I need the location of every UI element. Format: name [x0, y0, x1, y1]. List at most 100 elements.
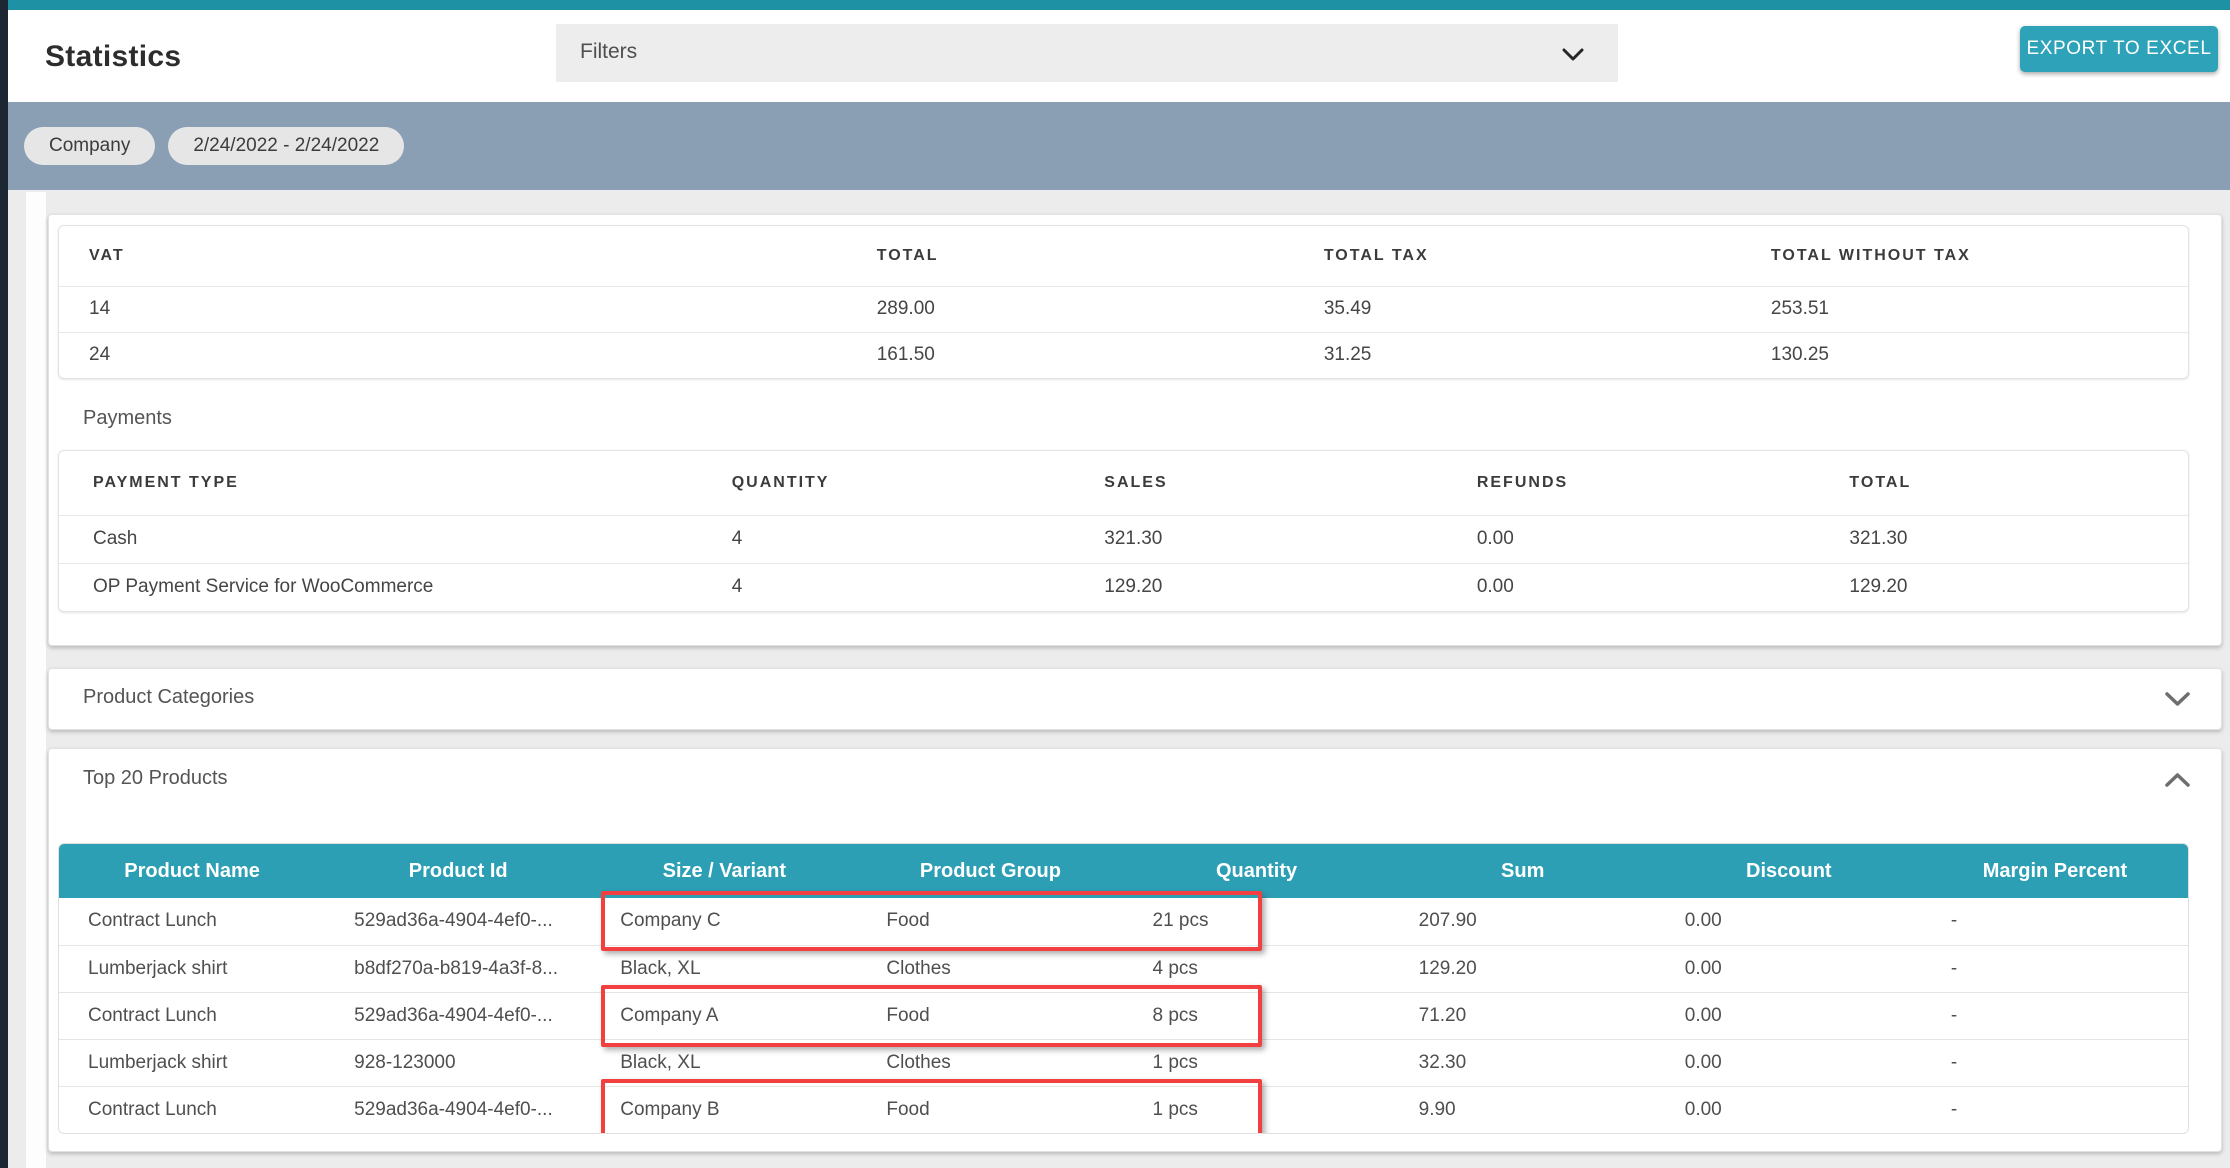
vat-cell: 24 — [59, 332, 847, 378]
cell: 0.00 — [1656, 898, 1922, 945]
cell: 1 pcs — [1124, 1039, 1390, 1086]
cell: Company B — [591, 1086, 857, 1133]
top-products-col-header: Quantity — [1124, 844, 1390, 898]
vat-cell: 161.50 — [847, 332, 1294, 378]
payments-cell: 321.30 — [1070, 515, 1443, 563]
cell: 8 pcs — [1124, 992, 1390, 1039]
top-products-col-header: Product Name — [59, 844, 325, 898]
payments-cell: Cash — [59, 515, 698, 563]
filters-dropdown-label: Filters — [580, 40, 637, 64]
table-row: Lumberjack shirt 928-123000 Black, XL Cl… — [59, 1039, 2188, 1086]
product-categories-label: Product Categories — [83, 686, 254, 709]
table-row: OP Payment Service for WooCommerce 4 129… — [59, 563, 2188, 611]
vat-col-header: VAT — [59, 226, 847, 286]
cell: 4 pcs — [1124, 945, 1390, 992]
cell: Company A — [591, 992, 857, 1039]
table-row: 14 289.00 35.49 253.51 — [59, 286, 2188, 332]
top-products-header-row: Product Name Product Id Size / Variant P… — [59, 844, 2188, 898]
table-row: Contract Lunch 529ad36a-4904-4ef0-... Co… — [59, 898, 2188, 945]
table-row: Contract Lunch 529ad36a-4904-4ef0-... Co… — [59, 1086, 2188, 1133]
vat-cell: 289.00 — [847, 286, 1294, 332]
top-products-col-header: Size / Variant — [591, 844, 857, 898]
payments-cell: 4 — [698, 563, 1071, 611]
cell: 0.00 — [1656, 1039, 1922, 1086]
page-title: Statistics — [45, 40, 181, 74]
cell: 1 pcs — [1124, 1086, 1390, 1133]
cell: 529ad36a-4904-4ef0-... — [325, 1086, 591, 1133]
cell: 129.20 — [1390, 945, 1656, 992]
cell: Food — [857, 898, 1123, 945]
payments-table-box: PAYMENT TYPE QUANTITY SALES REFUNDS TOTA… — [58, 450, 2189, 612]
chevron-down-icon — [1562, 48, 1584, 66]
table-row: Contract Lunch 529ad36a-4904-4ef0-... Co… — [59, 992, 2188, 1039]
top-products-table: Product Name Product Id Size / Variant P… — [59, 844, 2188, 1133]
vat-cell: 31.25 — [1294, 332, 1741, 378]
top-20-products-label: Top 20 Products — [83, 767, 228, 790]
chevron-up-icon[interactable] — [2164, 771, 2191, 793]
payments-cell: 4 — [698, 515, 1071, 563]
vat-cell: 130.25 — [1741, 332, 2188, 378]
export-to-excel-button[interactable]: EXPORT TO EXCEL — [2020, 26, 2218, 72]
cell: Clothes — [857, 945, 1123, 992]
filter-chip-company[interactable]: Company — [24, 127, 155, 165]
filters-dropdown[interactable]: Filters — [556, 24, 1618, 82]
payments-cell: 0.00 — [1443, 515, 1816, 563]
payments-cell: 129.20 — [1815, 563, 2188, 611]
cell: - — [1922, 992, 2188, 1039]
cell: 71.20 — [1390, 992, 1656, 1039]
top-products-col-header: Sum — [1390, 844, 1656, 898]
cell: 928-123000 — [325, 1039, 591, 1086]
payments-cell: OP Payment Service for WooCommerce — [59, 563, 698, 611]
table-row: Lumberjack shirt b8df270a-b819-4a3f-8...… — [59, 945, 2188, 992]
cell: Lumberjack shirt — [59, 945, 325, 992]
top-products-col-header: Product Id — [325, 844, 591, 898]
payments-col-header: QUANTITY — [698, 451, 1071, 515]
payments-header-row: PAYMENT TYPE QUANTITY SALES REFUNDS TOTA… — [59, 451, 2188, 515]
cell: - — [1922, 1086, 2188, 1133]
vat-cell: 14 — [59, 286, 847, 332]
top-accent-bar — [8, 0, 2230, 10]
vat-col-header: TOTAL TAX — [1294, 226, 1741, 286]
filter-chip-date-range[interactable]: 2/24/2022 - 2/24/2022 — [168, 127, 404, 165]
payments-table: PAYMENT TYPE QUANTITY SALES REFUNDS TOTA… — [59, 451, 2188, 611]
scrollbar-track[interactable] — [26, 192, 46, 1168]
top-20-products-accordion[interactable]: Top 20 Products Product Name Product Id … — [48, 748, 2222, 1152]
cell: 9.90 — [1390, 1086, 1656, 1133]
cell: 529ad36a-4904-4ef0-... — [325, 992, 591, 1039]
payments-col-header: TOTAL — [1815, 451, 2188, 515]
top-products-col-header: Product Group — [857, 844, 1123, 898]
cell: - — [1922, 945, 2188, 992]
cell: Contract Lunch — [59, 898, 325, 945]
cell: Clothes — [857, 1039, 1123, 1086]
main-content: VAT TOTAL TOTAL TAX TOTAL WITHOUT TAX 14… — [8, 190, 2230, 1168]
vat-cell: 253.51 — [1741, 286, 2188, 332]
cell: 207.90 — [1390, 898, 1656, 945]
vat-cell: 35.49 — [1294, 286, 1741, 332]
cell: Food — [857, 992, 1123, 1039]
cell: 0.00 — [1656, 1086, 1922, 1133]
vat-table: VAT TOTAL TOTAL TAX TOTAL WITHOUT TAX 14… — [59, 226, 2188, 378]
payments-cell: 321.30 — [1815, 515, 2188, 563]
vat-table-box: VAT TOTAL TOTAL TAX TOTAL WITHOUT TAX 14… — [58, 225, 2189, 379]
payments-col-header: REFUNDS — [1443, 451, 1816, 515]
payments-col-header: SALES — [1070, 451, 1443, 515]
table-row: 24 161.50 31.25 130.25 — [59, 332, 2188, 378]
vat-payments-card: VAT TOTAL TOTAL TAX TOTAL WITHOUT TAX 14… — [48, 214, 2222, 646]
cell: Black, XL — [591, 945, 857, 992]
cell: Contract Lunch — [59, 992, 325, 1039]
cell: 32.30 — [1390, 1039, 1656, 1086]
payments-section-label: Payments — [83, 407, 2221, 430]
cell: 0.00 — [1656, 992, 1922, 1039]
table-row: Cash 4 321.30 0.00 321.30 — [59, 515, 2188, 563]
payments-cell: 0.00 — [1443, 563, 1816, 611]
chevron-down-icon[interactable] — [2164, 691, 2191, 713]
vat-col-header: TOTAL — [847, 226, 1294, 286]
page-header: Statistics Filters EXPORT TO EXCEL — [8, 10, 2230, 102]
cell: b8df270a-b819-4a3f-8... — [325, 945, 591, 992]
cell: - — [1922, 1039, 2188, 1086]
product-categories-accordion[interactable]: Product Categories — [48, 668, 2222, 730]
top-products-col-header: Discount — [1656, 844, 1922, 898]
cell: Company C — [591, 898, 857, 945]
vat-col-header: TOTAL WITHOUT TAX — [1741, 226, 2188, 286]
payments-col-header: PAYMENT TYPE — [59, 451, 698, 515]
